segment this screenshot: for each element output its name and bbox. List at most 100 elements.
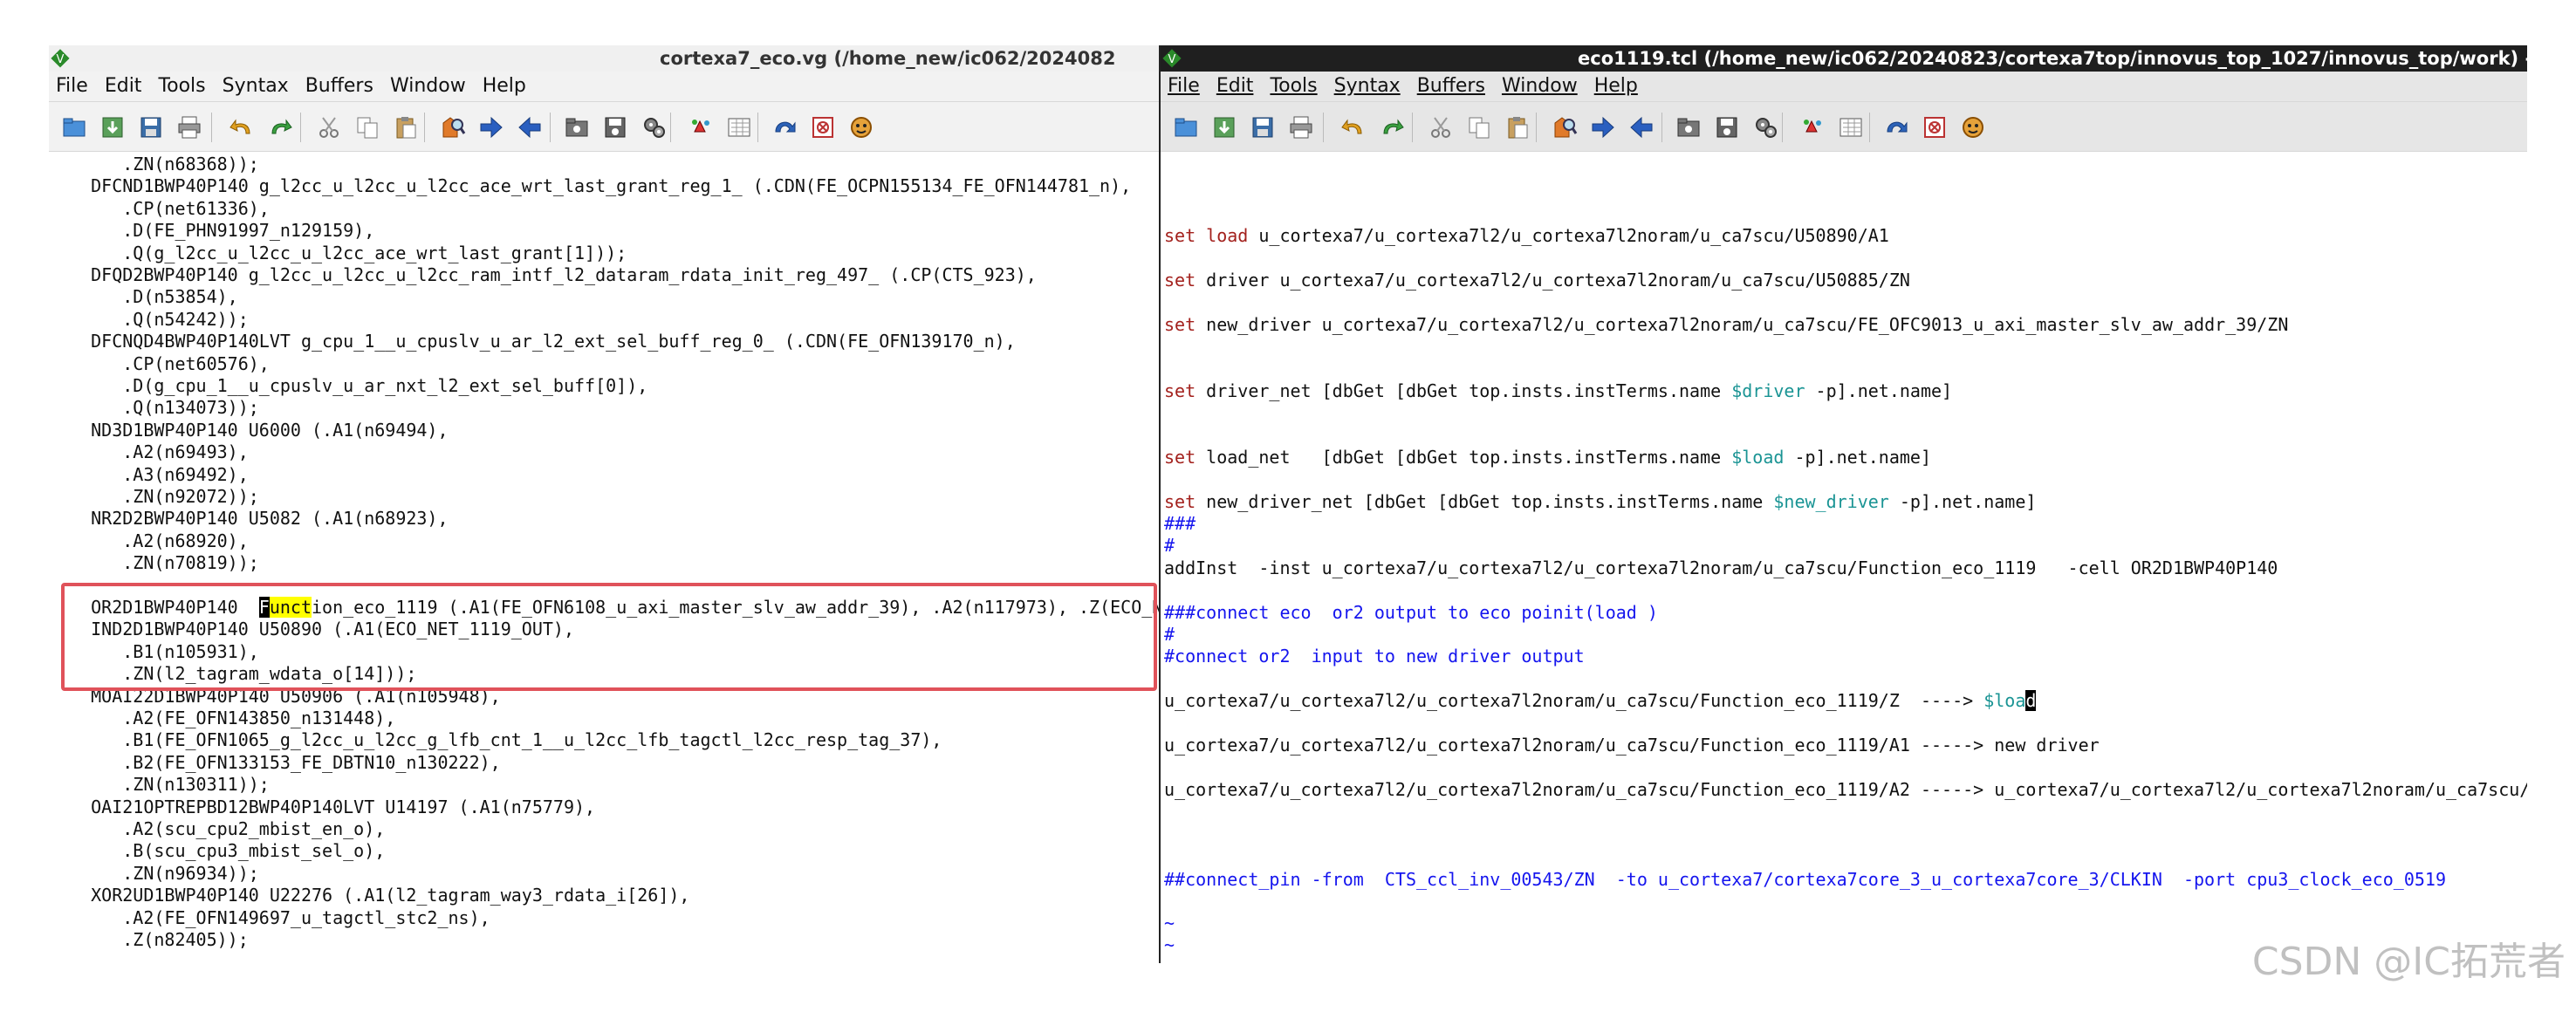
save-session-icon[interactable] bbox=[602, 114, 628, 140]
verilog-line: .Q(n54242)); bbox=[59, 308, 249, 330]
make-icon[interactable] bbox=[688, 114, 714, 140]
left-editor-text[interactable]: .ZN(n68368)); DFCND1BWP40P140 g_l2cc_u_l… bbox=[49, 152, 1159, 963]
left-toolbar bbox=[49, 102, 1159, 152]
redo-icon[interactable] bbox=[267, 114, 293, 140]
back-icon[interactable] bbox=[517, 114, 543, 140]
menu-help[interactable]: Help bbox=[476, 72, 536, 101]
print-icon[interactable] bbox=[176, 114, 202, 140]
menu-buffers[interactable]: Buffers bbox=[298, 72, 383, 101]
tag-jump-icon[interactable] bbox=[1883, 114, 1909, 140]
tcl-line-conn-a1: u_cortexa7/u_cortexa7l2/u_cortexa7l2nora… bbox=[1164, 735, 2100, 756]
right-editor-window: V eco1119.tcl (/home_new/ic062/20240823/… bbox=[1159, 45, 2527, 963]
forward-icon[interactable] bbox=[478, 114, 504, 140]
load-session-icon[interactable] bbox=[564, 114, 590, 140]
right-toolbar bbox=[1161, 102, 2527, 152]
menu-buffers[interactable]: Buffers bbox=[1410, 72, 1495, 101]
verilog-line: .B1(n105931), bbox=[59, 640, 259, 662]
verilog-line: .B2(FE_OFN133153_FE_DBTN10_n130222), bbox=[59, 751, 501, 773]
redo-icon[interactable] bbox=[1379, 114, 1405, 140]
toolbar-separator bbox=[1536, 113, 1537, 142]
open-icon[interactable] bbox=[61, 114, 87, 140]
right-title-bar[interactable]: V eco1119.tcl (/home_new/ic062/20240823/… bbox=[1161, 45, 2527, 72]
toolbar-separator bbox=[1323, 113, 1324, 142]
undo-icon[interactable] bbox=[229, 114, 255, 140]
menu-edit[interactable]: Edit bbox=[98, 72, 152, 101]
verilog-line: DFCNQD4BWP40P140LVT g_cpu_1__u_cpuslv_u_… bbox=[59, 331, 1016, 352]
help-icon[interactable] bbox=[810, 114, 836, 140]
load-session-icon[interactable] bbox=[1675, 114, 1702, 140]
tcl-line-set-driver: set driver u_cortexa7/u_cortexa7l2/u_cor… bbox=[1164, 270, 1910, 291]
left-title-bar[interactable]: V cortexa7_eco.vg (/home_new/ic062/20240… bbox=[49, 45, 1159, 72]
tcl-comment-connect-pin: ##connect_pin -from CTS_ccl_inv_00543/ZN… bbox=[1164, 869, 2447, 890]
shell-icon[interactable] bbox=[726, 114, 752, 140]
make-icon[interactable] bbox=[1799, 114, 1826, 140]
verilog-line: .ZN(l2_tagram_wdata_o[14])); bbox=[59, 663, 417, 685]
forward-icon[interactable] bbox=[1590, 114, 1616, 140]
verilog-line: .ZN(n96934)); bbox=[59, 862, 259, 884]
save-to-icon[interactable] bbox=[99, 114, 126, 140]
save-to-icon[interactable] bbox=[1211, 114, 1237, 140]
undo-icon[interactable] bbox=[1340, 114, 1367, 140]
menu-file[interactable]: File bbox=[49, 72, 98, 101]
find-replace-icon[interactable] bbox=[440, 114, 466, 140]
back-icon[interactable] bbox=[1628, 114, 1655, 140]
tcl-line-load-net: set load_net [dbGet [dbGet top.insts.ins… bbox=[1164, 447, 1932, 468]
menu-syntax[interactable]: Syntax bbox=[1327, 72, 1410, 101]
cut-icon[interactable] bbox=[316, 114, 342, 140]
verilog-line: NR2D2BWP40P140 U5082 (.A1(n68923), bbox=[59, 508, 449, 530]
tag-jump-icon[interactable] bbox=[771, 114, 798, 140]
run-script-icon[interactable] bbox=[641, 114, 667, 140]
right-menu-bar: File Edit Tools Syntax Buffers Window Help bbox=[1161, 72, 2527, 102]
tcl-comment-hash-b: # bbox=[1164, 624, 1175, 645]
menu-edit[interactable]: Edit bbox=[1209, 72, 1264, 101]
menu-syntax[interactable]: Syntax bbox=[216, 72, 298, 101]
verilog-line: OAI21OPTREPBD12BWP40P140LVT U14197 (.A1(… bbox=[59, 796, 596, 817]
menu-window[interactable]: Window bbox=[1495, 72, 1587, 101]
menu-tools[interactable]: Tools bbox=[151, 72, 215, 101]
verilog-line: IND2D1BWP40P140 U50890 (.A1(ECO_NET_1119… bbox=[59, 619, 575, 640]
left-editor-window: V cortexa7_eco.vg (/home_new/ic062/20240… bbox=[49, 45, 1159, 963]
toolbar-separator bbox=[300, 113, 301, 142]
verilog-line: DFQD2BWP40P140 g_l2cc_u_l2cc_u_l2cc_ram_… bbox=[59, 264, 1037, 285]
find-help-icon[interactable] bbox=[1960, 114, 1986, 140]
copy-icon[interactable] bbox=[354, 114, 380, 140]
verilog-line: .A3(n69492), bbox=[59, 463, 249, 485]
right-editor-text[interactable]: set load u_cortexa7/u_cortexa7l2/u_corte… bbox=[1161, 152, 2527, 963]
save-icon[interactable] bbox=[138, 114, 164, 140]
watermark: CSDN @IC拓荒者 bbox=[2251, 940, 2566, 984]
menu-window[interactable]: Window bbox=[383, 72, 476, 101]
right-window-title: eco1119.tcl (/home_new/ic062/20240823/co… bbox=[1578, 48, 2527, 69]
toolbar-separator bbox=[1661, 113, 1662, 142]
verilog-line: .ZN(n68368)); bbox=[59, 154, 259, 174]
verilog-line: .D(n53854), bbox=[59, 286, 238, 308]
shell-icon[interactable] bbox=[1838, 114, 1864, 140]
save-icon[interactable] bbox=[1250, 114, 1276, 140]
verilog-line: .CP(net60576), bbox=[59, 352, 270, 374]
print-icon[interactable] bbox=[1288, 114, 1314, 140]
empty-line-tilde: ~ bbox=[1164, 956, 1175, 963]
menu-help[interactable]: Help bbox=[1587, 72, 1648, 101]
verilog-line: .Z(n82405)); bbox=[59, 929, 249, 950]
run-script-icon[interactable] bbox=[1752, 114, 1778, 140]
cut-icon[interactable] bbox=[1428, 114, 1454, 140]
find-help-icon[interactable] bbox=[848, 114, 874, 140]
toolbar-separator bbox=[550, 113, 551, 142]
copy-icon[interactable] bbox=[1466, 114, 1492, 140]
tcl-line-conn-a2: u_cortexa7/u_cortexa7l2/u_cortexa7l2nora… bbox=[1164, 779, 2527, 800]
verilog-line: XOR2UD1BWP40P140 U22276 (.A1(l2_tagram_w… bbox=[59, 885, 690, 906]
verilog-line: .B(scu_cpu3_mbist_sel_o), bbox=[59, 840, 386, 862]
menu-file[interactable]: File bbox=[1161, 72, 1209, 101]
paste-icon[interactable] bbox=[1504, 114, 1531, 140]
verilog-line: .Q(g_l2cc_u_l2cc_u_l2cc_ace_wrt_last_gra… bbox=[59, 242, 627, 263]
help-icon[interactable] bbox=[1922, 114, 1948, 140]
paste-icon[interactable] bbox=[393, 114, 419, 140]
verilog-line: .A2(FE_OFN143850_n131448), bbox=[59, 708, 396, 728]
left-menu-bar: File Edit Tools Syntax Buffers Window Help bbox=[49, 72, 1159, 102]
verilog-line: ND3D1BWP40P140 U6000 (.A1(n69494), bbox=[59, 419, 449, 441]
toolbar-separator bbox=[757, 113, 758, 142]
verilog-line: .Q(n134073)); bbox=[59, 397, 259, 419]
save-session-icon[interactable] bbox=[1714, 114, 1740, 140]
open-icon[interactable] bbox=[1173, 114, 1199, 140]
find-replace-icon[interactable] bbox=[1552, 114, 1578, 140]
menu-tools[interactable]: Tools bbox=[1263, 72, 1326, 101]
